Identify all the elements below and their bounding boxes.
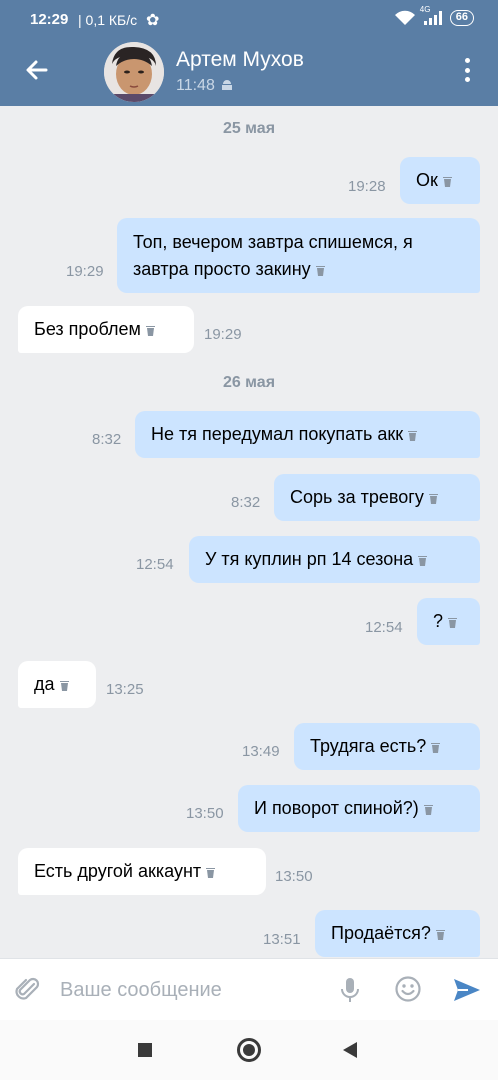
- message-bubble-out[interactable]: Ок: [400, 157, 480, 204]
- message-text: Без проблем: [34, 319, 141, 339]
- message-text: И поворот спиной?): [254, 798, 419, 818]
- message-text: да: [34, 674, 55, 694]
- status-speed: | 0,1 КБ/с: [78, 12, 138, 28]
- message-time: 13:50: [275, 868, 313, 885]
- message-text: Есть другой аккаунт: [34, 861, 202, 881]
- delete-icon: [435, 930, 445, 940]
- message-text: Ок: [416, 170, 438, 190]
- recents-button[interactable]: [138, 1043, 152, 1057]
- avatar[interactable]: [104, 42, 164, 102]
- delete-icon: [428, 494, 438, 504]
- system-nav-bar: [0, 1020, 498, 1080]
- delete-icon: [145, 326, 155, 336]
- wifi-icon: [394, 10, 415, 25]
- delete-icon: [442, 177, 452, 187]
- more-options-icon[interactable]: [464, 58, 470, 82]
- message-time: 8:32: [231, 494, 261, 511]
- message-time: 8:32: [92, 431, 122, 448]
- network-type: 4G: [419, 5, 431, 14]
- message-text: Продаётся?: [331, 923, 431, 943]
- gear-icon: ✿: [146, 12, 160, 29]
- message-text: Трудяга есть?: [310, 736, 427, 756]
- message-bubble-out[interactable]: Не тя передумал покупать акк: [135, 411, 480, 458]
- delete-icon: [206, 868, 216, 878]
- message-text: Не тя передумал покупать акк: [151, 424, 404, 444]
- message-text-line: завтра просто закину: [133, 258, 311, 279]
- message-time: 19:28: [348, 178, 386, 195]
- android-icon: [221, 80, 232, 90]
- signal-icon: 4G: [420, 5, 442, 25]
- status-time: 12:29: [30, 11, 69, 28]
- system-back-button[interactable]: [343, 1042, 357, 1058]
- message-bubble-out[interactable]: У тя куплин рп 14 сезона: [189, 536, 480, 583]
- date-divider: 26 мая: [222, 374, 276, 391]
- message-time: 19:29: [204, 326, 242, 343]
- message-bubble-in[interactable]: да: [18, 661, 96, 708]
- contact-name[interactable]: Артем Мухов: [176, 48, 304, 72]
- message-text: Сорь за тревогу: [290, 487, 424, 507]
- delete-icon: [408, 431, 418, 441]
- delete-icon: [423, 805, 433, 815]
- message-time: 12:54: [136, 556, 174, 573]
- delete-icon: [418, 556, 428, 566]
- message-bubble-in[interactable]: Без проблем: [18, 306, 194, 353]
- send-icon[interactable]: [452, 976, 482, 1004]
- message-bubble-out[interactable]: Топ, вечером завтра спишемся, я завтра п…: [117, 218, 480, 293]
- back-arrow-icon[interactable]: [22, 55, 52, 85]
- message-bubble-out[interactable]: Продаётся?: [315, 910, 480, 957]
- message-bubble-out[interactable]: Сорь за тревогу: [274, 474, 480, 521]
- battery-icon: 66: [449, 10, 474, 26]
- emoji-icon[interactable]: [394, 975, 422, 1003]
- delete-icon: [431, 743, 441, 753]
- last-seen: 11:48: [176, 77, 233, 95]
- home-button[interactable]: [237, 1038, 261, 1062]
- message-input[interactable]: Ваше сообщение: [60, 979, 222, 1002]
- chat-header: Артем Мухов 11:48: [0, 40, 498, 106]
- attach-icon[interactable]: [14, 976, 42, 1004]
- delete-icon: [315, 265, 325, 276]
- message-composer: Ваше сообщение: [0, 958, 498, 1020]
- delete-icon: [59, 681, 69, 691]
- message-time: 13:50: [186, 805, 224, 822]
- delete-icon: [448, 618, 458, 628]
- message-bubble-out[interactable]: Трудяга есть?: [294, 723, 480, 770]
- message-bubble-out[interactable]: И поворот спиной?): [238, 785, 480, 832]
- message-list[interactable]: 25 мая 19:28 Ок 19:29 Топ, вечером завтр…: [0, 106, 498, 958]
- microphone-icon[interactable]: [338, 976, 362, 1004]
- message-time: 19:29: [66, 263, 104, 280]
- status-bar: 12:29 | 0,1 КБ/с ✿ 4G 66: [0, 0, 498, 40]
- date-divider: 25 мая: [222, 120, 276, 137]
- message-bubble-out[interactable]: ?: [417, 598, 480, 645]
- message-text: ?: [433, 611, 444, 631]
- message-bubble-in[interactable]: Есть другой аккаунт: [18, 848, 266, 895]
- message-time: 13:51: [263, 931, 301, 948]
- last-seen-time: 11:48: [176, 77, 215, 94]
- message-time: 12:54: [365, 619, 403, 636]
- message-text-line: Топ, вечером завтра спишемся, я: [133, 231, 413, 252]
- message-time: 13:25: [106, 681, 144, 698]
- message-text: У тя куплин рп 14 сезона: [205, 549, 414, 569]
- message-time: 13:49: [242, 743, 280, 760]
